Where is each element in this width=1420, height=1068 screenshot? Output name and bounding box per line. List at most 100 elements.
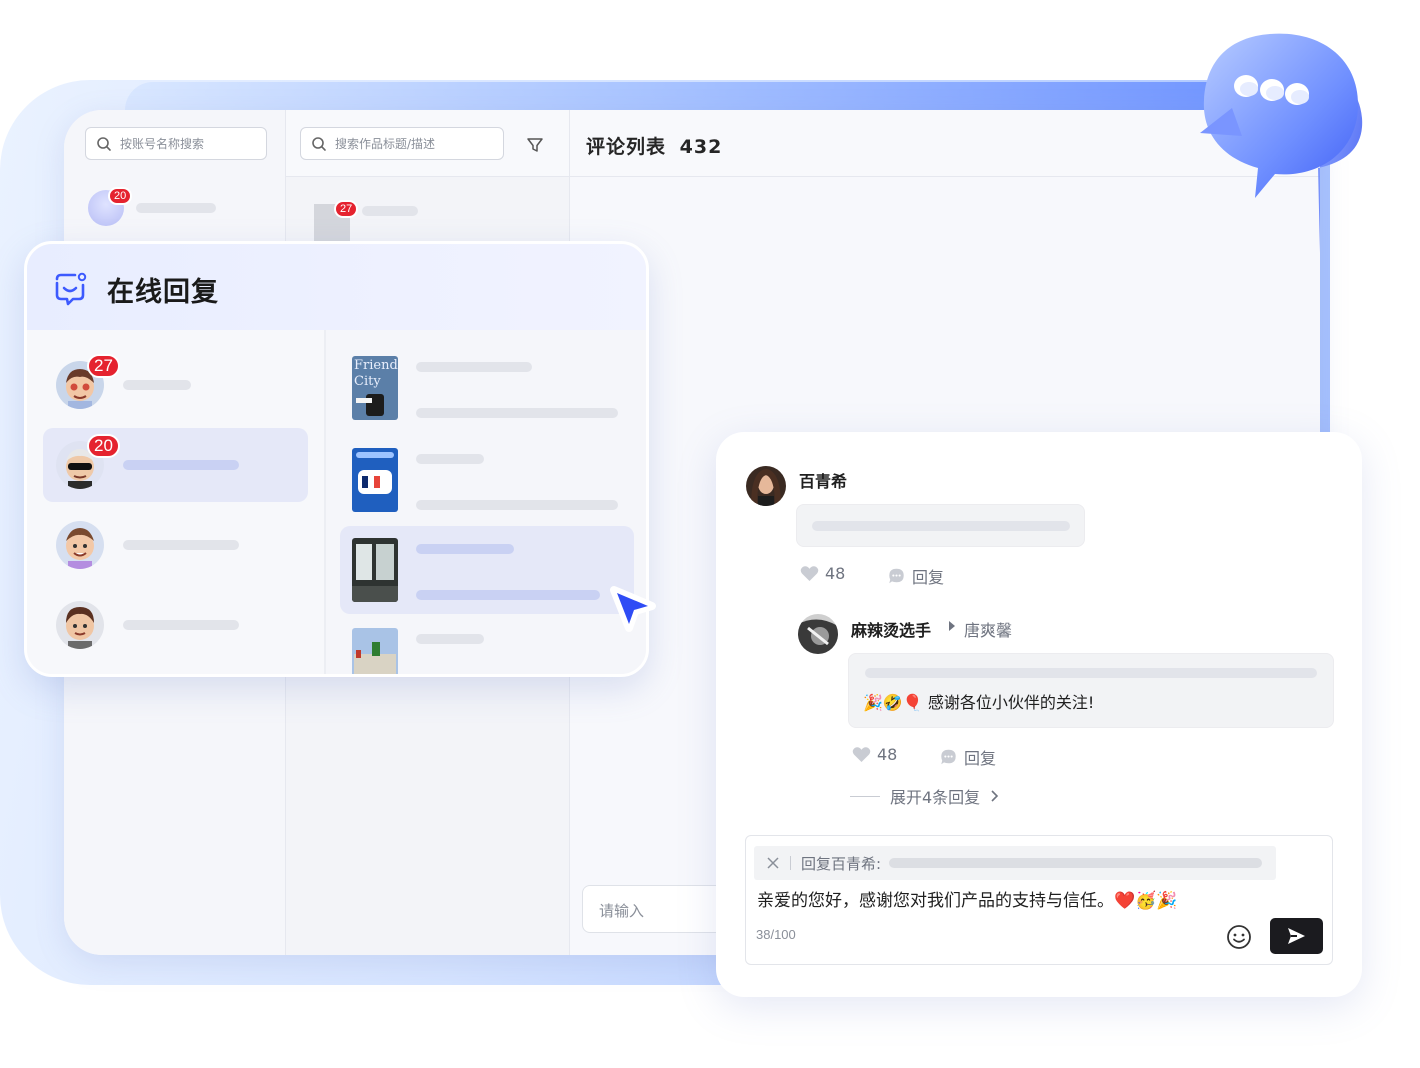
send-icon (1288, 928, 1305, 944)
emoji-sequence: 🎉🤣🎈 (863, 693, 923, 712)
quote-label: 回复百青希: (801, 854, 882, 873)
like-count: 48 (825, 564, 846, 583)
expand-replies-link[interactable]: 展开4条回复 (850, 784, 1000, 808)
work-item[interactable] (340, 436, 634, 524)
account-search-input[interactable]: 按账号名称搜索 (85, 127, 267, 160)
comment-content (796, 504, 1085, 547)
online-reply-card: 在线回复 27 20 Friend City (24, 241, 649, 677)
thumbnail-shape (362, 476, 368, 488)
thumbnail-banner (356, 452, 394, 458)
placeholder-bar (865, 668, 1317, 678)
work-item[interactable]: Friend City (340, 344, 634, 432)
account-item[interactable]: 20 (88, 187, 216, 226)
work-thumbnail: Friend City (352, 356, 398, 420)
account-item[interactable] (43, 508, 308, 582)
thumbnail-window (356, 544, 372, 580)
work-thumbnail (352, 448, 398, 512)
like-count: 48 (877, 745, 898, 764)
reply-button[interactable]: 回复 (887, 564, 944, 588)
unread-badge: 20 (87, 434, 120, 458)
comment-icon (889, 568, 904, 584)
account-search-placeholder: 按账号名称搜索 (120, 137, 205, 151)
reply-text-line: 🎉🤣🎈 感谢各位小伙伴的关注! (863, 689, 1094, 713)
send-button[interactable] (1270, 918, 1323, 954)
comment-list-title: 评论列表 (586, 136, 667, 158)
reply-content: 🎉🤣🎈 感谢各位小伙伴的关注! (848, 653, 1334, 728)
pointer-cursor-icon (610, 586, 656, 632)
thumbnail-flag (356, 650, 361, 658)
unread-badge: 27 (87, 354, 120, 378)
work-thumbnail (352, 538, 398, 602)
card-header: 在线回复 (27, 244, 646, 330)
placeholder-bar (123, 620, 239, 630)
page-title: 评论列表 432 (586, 132, 722, 159)
work-item[interactable] (340, 616, 634, 674)
works-search-input[interactable]: 搜索作品标题/描述 (300, 127, 504, 160)
unread-badge: 27 (334, 200, 359, 218)
works-header: 搜索作品标题/描述 (286, 110, 569, 177)
thumbnail-stripe (356, 398, 372, 403)
placeholder-bar (812, 521, 1070, 531)
card-title: 在线回复 (107, 277, 219, 308)
placeholder-bar (416, 544, 514, 554)
editor-content[interactable]: 亲爱的您好，感谢您对我们产品的支持与信任。❤️🥳🎉 (757, 886, 1178, 911)
works-search-placeholder: 搜索作品标题/描述 (335, 137, 436, 151)
divider-line (850, 795, 880, 797)
reply-label: 回复 (964, 749, 997, 768)
card-account-list: 27 20 (27, 330, 326, 674)
placeholder-bar (889, 858, 1263, 868)
work-thumbnail (352, 628, 398, 674)
card-works-list: Friend City (328, 330, 646, 674)
account-item[interactable] (43, 588, 308, 662)
editor-text: 亲爱的您好，感谢您对我们产品的支持与信任。 (757, 891, 1114, 911)
expand-replies-label: 展开4条回复 (890, 788, 981, 807)
comment-count: 432 (679, 136, 723, 158)
avatar (798, 614, 838, 654)
comment-icon (941, 749, 956, 765)
placeholder-bar (416, 408, 618, 418)
placeholder-bar (123, 540, 239, 550)
heart-icon (800, 566, 819, 582)
work-item-selected[interactable] (340, 526, 634, 614)
placeholder-bar (416, 590, 600, 600)
reply-author: 麻辣烫选手 (851, 621, 932, 640)
placeholder-bar (123, 380, 191, 390)
like-button[interactable]: 48 (800, 564, 845, 583)
quote-bar: 回复百青希: (754, 846, 1276, 880)
heart-icon (852, 747, 871, 763)
thumbnail-text: Friend City (354, 358, 398, 389)
account-item-selected[interactable]: 20 (43, 428, 308, 502)
emoji-icon[interactable] (1226, 924, 1252, 950)
thumbnail-shape (374, 476, 380, 488)
editor-emojis: ❤️🥳🎉 (1114, 891, 1178, 911)
filter-icon[interactable] (526, 136, 544, 154)
divider (790, 856, 791, 870)
search-icon (312, 137, 326, 151)
reply-button[interactable]: 回复 (939, 745, 996, 769)
placeholder-bar (123, 460, 239, 470)
placeholder-bar (416, 634, 484, 644)
comment-panel: 百青希 48 回复 麻辣烫选手 唐爽馨 🎉🤣🎈 感谢各位小伙伴的关注! 48 回… (716, 432, 1362, 997)
account-item[interactable]: 27 (43, 348, 308, 422)
background-accent (125, 82, 1285, 112)
avatar (56, 521, 104, 569)
reply-editor[interactable]: 回复百青希: 亲爱的您好，感谢您对我们产品的支持与信任。❤️🥳🎉 38/100 (745, 835, 1333, 965)
avatar (56, 601, 104, 649)
placeholder-bar (416, 500, 618, 510)
placeholder-bar (416, 362, 532, 372)
placeholder-bar (362, 206, 418, 216)
input-placeholder: 请输入 (599, 902, 645, 920)
chat-bubble-icon (1200, 33, 1363, 253)
placeholder-bar (416, 454, 484, 464)
thumbnail-tree (372, 642, 380, 656)
close-icon[interactable] (766, 856, 780, 870)
like-button[interactable]: 48 (852, 745, 897, 764)
unread-badge: 20 (108, 187, 133, 205)
search-icon (97, 137, 111, 151)
thumbnail-floor (352, 586, 398, 602)
chat-reply-icon (55, 272, 87, 306)
avatar (746, 466, 786, 506)
character-counter: 38/100 (756, 927, 796, 942)
comment-author: 百青希 (799, 472, 848, 491)
reply-to-name: 唐爽馨 (964, 621, 1013, 640)
